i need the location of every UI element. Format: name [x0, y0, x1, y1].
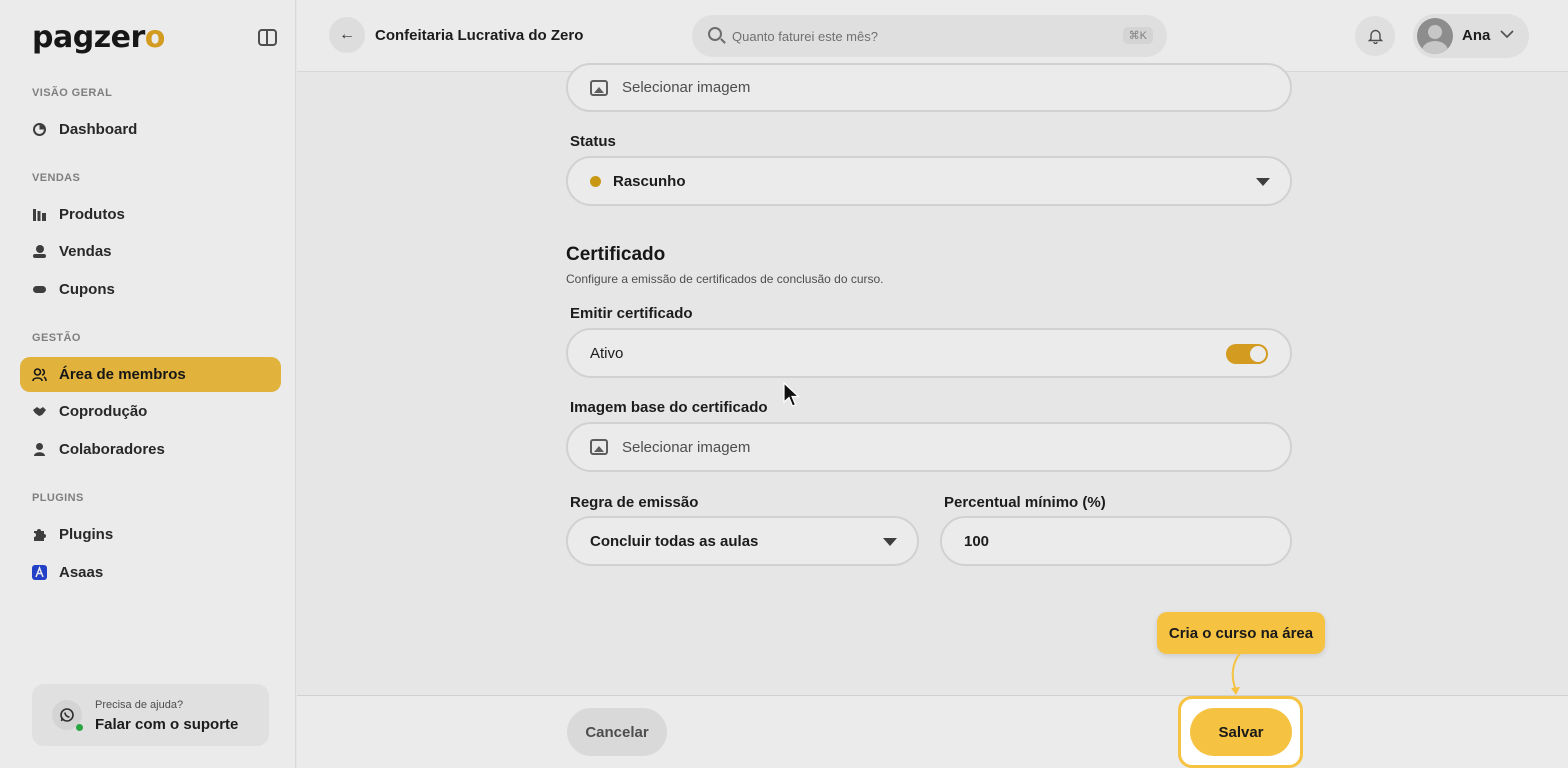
shortcut-badge: ⌘K — [1122, 27, 1153, 44]
avatar — [1417, 18, 1453, 54]
online-indicator — [76, 724, 83, 731]
caret-down-icon — [883, 538, 897, 546]
user-menu[interactable]: Ana — [1413, 14, 1529, 58]
sales-icon — [32, 244, 47, 259]
caret-down-icon — [1256, 178, 1270, 186]
certificate-section-description: Configure a emissão de certificados de c… — [566, 272, 884, 286]
emission-rule-select[interactable]: Concluir todas as aulas — [566, 516, 919, 566]
image-icon — [590, 439, 608, 455]
sidebar-item-label: Colaboradores — [59, 441, 165, 458]
support-link[interactable]: Falar com o suporte — [95, 716, 238, 733]
section-label-management: GESTÃO — [32, 332, 81, 344]
top-header: ← Confeitaria Lucrativa do Zero ⌘K Ana — [297, 0, 1568, 72]
emit-certificate-toggle[interactable] — [1226, 344, 1268, 364]
page-title: Confeitaria Lucrativa do Zero — [375, 27, 584, 44]
sidebar-item-coproduction[interactable]: Coprodução — [20, 394, 281, 429]
sidebar-item-label: Coprodução — [59, 403, 148, 420]
sidebar-item-collaborators[interactable]: Colaboradores — [20, 432, 281, 467]
emit-certificate-field: Ativo — [566, 328, 1292, 378]
status-dot — [590, 175, 601, 187]
support-title: Precisa de ajuda? — [95, 699, 184, 711]
section-label-plugins: PLUGINS — [32, 492, 84, 504]
emit-certificate-label: Emitir certificado — [570, 305, 693, 322]
dashboard-icon — [32, 122, 47, 137]
sidebar-item-dashboard[interactable]: Dashboard — [20, 112, 281, 147]
emission-rule-label: Regra de emissão — [570, 494, 699, 511]
min-percent-label: Percentual mínimo (%) — [944, 494, 1106, 511]
tooltip-connector — [1231, 652, 1242, 695]
sidebar-item-coupons[interactable]: Cupons — [20, 272, 281, 307]
sidebar-item-label: Vendas — [59, 243, 112, 260]
coupon-icon — [32, 282, 47, 297]
sidebar-collapse-icon[interactable] — [258, 29, 277, 46]
notifications-button[interactable] — [1355, 16, 1395, 56]
support-card[interactable]: Precisa de ajuda? Falar com o suporte — [32, 684, 269, 746]
back-button[interactable]: ← — [329, 17, 365, 53]
status-select[interactable]: Rascunho — [566, 156, 1292, 206]
cancel-button[interactable]: Cancelar — [567, 708, 667, 756]
pagzero-logo[interactable]: pagzero — [32, 20, 165, 55]
section-label-sales: VENDAS — [32, 172, 81, 184]
sidebar-item-members-area[interactable]: Área de membros — [20, 357, 281, 392]
sidebar-item-asaas[interactable]: Asaas — [20, 555, 281, 590]
save-button[interactable]: Salvar — [1190, 708, 1292, 756]
base-image-label: Imagem base do certificado — [570, 399, 768, 416]
handshake-icon — [32, 404, 47, 419]
base-image-picker[interactable]: Selecionar imagem — [566, 422, 1292, 472]
sidebar-item-label: Dashboard — [59, 121, 138, 138]
certificate-section-title: Certificado — [566, 244, 666, 265]
asaas-icon — [32, 565, 47, 580]
sidebar: pagzero VISÃO GERAL Dashboard VENDAS Pro… — [0, 0, 296, 768]
section-label-overview: VISÃO GERAL — [32, 87, 113, 99]
sidebar-item-label: Asaas — [59, 564, 104, 581]
image-icon — [590, 79, 608, 96]
search-input[interactable] — [732, 26, 1112, 46]
bell-icon — [1367, 29, 1383, 44]
sidebar-item-sales[interactable]: Vendas — [20, 234, 281, 269]
tutorial-tooltip: Cria o curso na área — [1157, 612, 1325, 654]
chevron-down-icon — [1499, 25, 1515, 44]
form-footer — [297, 695, 1568, 768]
sidebar-item-label: Área de membros — [59, 366, 186, 383]
top-image-picker[interactable]: Selecionar imagem — [566, 63, 1292, 112]
puzzle-icon — [32, 527, 47, 542]
user-icon — [32, 442, 47, 457]
sidebar-item-label: Produtos — [59, 206, 125, 223]
sidebar-item-products[interactable]: Produtos — [20, 197, 281, 232]
sidebar-item-plugins[interactable]: Plugins — [20, 517, 281, 552]
members-icon — [32, 367, 47, 382]
sidebar-item-label: Plugins — [59, 526, 114, 543]
mouse-cursor-icon — [783, 382, 801, 407]
sidebar-item-label: Cupons — [59, 281, 115, 298]
arrow-left-icon: ← — [339, 26, 355, 43]
status-label: Status — [570, 133, 616, 150]
search-bar[interactable]: ⌘K — [692, 15, 1167, 57]
min-percent-input[interactable]: 100 — [940, 516, 1292, 566]
search-icon — [708, 27, 722, 41]
user-name: Ana — [1462, 27, 1491, 44]
products-icon — [32, 207, 47, 222]
